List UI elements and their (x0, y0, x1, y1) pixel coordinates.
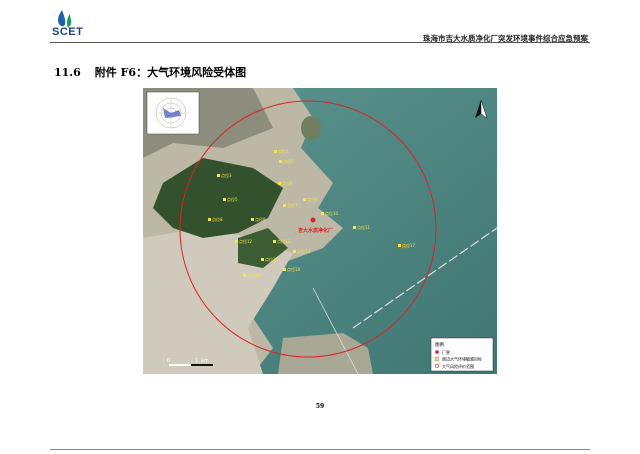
receptor-marker (398, 244, 401, 247)
receptor-label: 点位2 (283, 158, 294, 164)
receptor-marker (303, 198, 306, 201)
header-divider (50, 42, 590, 43)
receptor-marker (278, 182, 281, 185)
receptor-marker (243, 274, 246, 277)
receptor-label: 点位1 (278, 148, 289, 154)
receptor-label: 点位8 (212, 216, 223, 222)
legend-facility-icon (435, 350, 439, 354)
receptor-marker (283, 204, 286, 207)
receptor-label: 点位12 (239, 238, 253, 244)
receptor-marker (251, 218, 254, 221)
legend-item: 厂界 (442, 350, 450, 355)
receptor-marker (353, 226, 356, 229)
receptor-marker (279, 160, 282, 163)
receptor-marker (235, 240, 238, 243)
section-heading: 11.6 附件 F6：大气环境风险受体图 (54, 64, 246, 80)
risk-receptor-map: 吉大水质净化厂 点位1 点位2 点位3 点位4 点位5 点位6 点位7 点位8 … (143, 88, 497, 374)
receptor-label: 点位17 (402, 242, 416, 248)
receptor-label: 点位18 (287, 266, 301, 272)
receptor-marker (223, 198, 226, 201)
receptor-label: 点位11 (357, 224, 371, 230)
receptor-label: 点位3 (221, 172, 232, 178)
receptor-label: 点位10 (325, 210, 339, 216)
receptor-label: 点位7 (287, 202, 298, 208)
facility-marker (310, 217, 316, 223)
legend-item: 大气风险评价范围 (442, 363, 474, 369)
receptor-marker (283, 268, 286, 271)
logo-text: SCET (52, 26, 84, 38)
receptor-label: 点位4 (282, 180, 293, 186)
receptor-label: 点位15 (265, 256, 279, 262)
map-legend: 图例 厂界 周边大气环境敏感目标 大气风险评价范围 (430, 337, 494, 372)
footer-divider (50, 449, 590, 450)
legend-receptor-icon (434, 356, 439, 361)
receptor-label: 点位14 (297, 248, 311, 254)
legend-item: 周边大气环境敏感目标 (442, 356, 482, 362)
map-svg: 吉大水质净化厂 点位1 点位2 点位3 点位4 点位5 点位6 点位7 点位8 … (143, 88, 497, 374)
scale-zero: 0 (167, 358, 170, 364)
receptor-label: 点位13 (277, 238, 291, 244)
receptor-marker (208, 218, 211, 221)
receptor-marker (217, 174, 220, 177)
section-title-text: 附件 F6：大气环境风险受体图 (94, 66, 247, 79)
receptor-marker (274, 150, 277, 153)
facility-label: 吉大水质净化厂 (298, 227, 333, 234)
receptor-label: 点位9 (255, 216, 266, 222)
island (301, 116, 321, 140)
receptor-label: 点位16 (247, 272, 261, 278)
receptor-label: 点位5 (227, 196, 238, 202)
section-number: 11.6 (54, 66, 81, 79)
receptor-marker (261, 258, 264, 261)
receptor-label: 点位6 (307, 196, 318, 202)
receptor-marker (321, 212, 324, 215)
legend-title: 图例 (435, 341, 444, 348)
wind-rose-inset (146, 91, 200, 135)
scale-one: 1 (195, 358, 198, 364)
scale-unit: km (201, 358, 209, 364)
receptor-marker (293, 250, 296, 253)
receptor-marker (273, 240, 276, 243)
page-number: 59 (315, 403, 325, 410)
logo-drop-icon (58, 10, 66, 27)
